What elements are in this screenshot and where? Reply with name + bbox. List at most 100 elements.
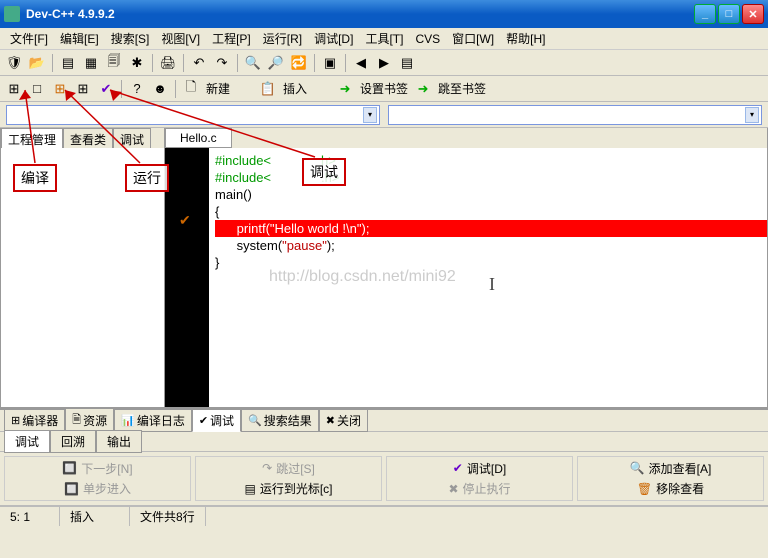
editor[interactable]: ✔ #include<h> #include<.h> main() { prin… xyxy=(165,148,767,407)
set-bookmark-label[interactable]: 设置书签 xyxy=(358,80,410,97)
menu-item[interactable]: 工程[P] xyxy=(206,28,257,49)
bottom-subtab[interactable]: 调试 xyxy=(4,430,50,453)
status-mode: 插入 xyxy=(60,507,130,526)
tab-icon: 🗎 xyxy=(72,411,81,430)
find-next-icon[interactable]: 🔎 xyxy=(266,53,286,73)
new-label[interactable]: 新建 xyxy=(204,80,232,97)
goto-bookmark-label[interactable]: 跳至书签 xyxy=(436,80,488,97)
app-icon xyxy=(4,6,20,22)
maximize-button[interactable]: □ xyxy=(718,4,740,24)
bookmark-goto-icon[interactable]: ➜ xyxy=(413,79,433,99)
bottom-tab[interactable]: 📊编译日志 xyxy=(114,409,192,432)
print-icon[interactable]: 🖨 xyxy=(158,53,178,73)
main-area: 工程管理查看类调试 Hello.c ✔ #include<h> #include… xyxy=(0,128,768,408)
status-position: 5: 1 xyxy=(0,507,60,526)
help-icon[interactable]: ? xyxy=(127,79,147,99)
title-bar: Dev-C++ 4.9.9.2 _ □ ✕ xyxy=(0,0,768,28)
status-lines: 文件共8行 xyxy=(130,507,206,526)
step-into-button[interactable]: 🔲单步进入 xyxy=(7,480,188,499)
add-watch-button[interactable]: 🔍添加查看[A] xyxy=(580,459,761,478)
trash-icon: 🗑 xyxy=(637,482,652,496)
undo-icon[interactable]: ↶ xyxy=(189,53,209,73)
grid2-icon[interactable]: □ xyxy=(27,79,47,99)
menu-item[interactable]: 搜索[S] xyxy=(105,28,156,49)
tab-icon: 📊 xyxy=(121,414,135,427)
redo-icon[interactable]: ↷ xyxy=(212,53,232,73)
compile-icon[interactable]: ▣ xyxy=(320,53,340,73)
side-tabs: 工程管理查看类调试 xyxy=(1,128,164,148)
menu-item[interactable]: 文件[F] xyxy=(4,28,54,49)
bottom-panel: ⊞编译器🗎资源📊编译日志✔调试🔍搜索结果✖关闭 调试回溯输出 🔲下一步[N] 🔲… xyxy=(0,408,768,506)
dropdown-left[interactable]: ▾ xyxy=(6,105,380,125)
bottom-tab[interactable]: ✔调试 xyxy=(192,409,241,432)
tab-icon: ✔ xyxy=(199,414,208,427)
grid3-icon[interactable]: ⊞ xyxy=(50,79,70,99)
remove-watch-button[interactable]: 🗑移除查看 xyxy=(580,480,761,499)
bottom-tabs-sub: 调试回溯输出 xyxy=(0,432,768,452)
run-to-cursor-button[interactable]: ▤运行到光标[c] xyxy=(198,480,379,499)
menu-item[interactable]: 窗口[W] xyxy=(446,28,500,49)
config-icon[interactable]: ✱ xyxy=(127,53,147,73)
menu-item[interactable]: 编辑[E] xyxy=(54,28,105,49)
bottom-tab[interactable]: ⊞编译器 xyxy=(4,409,65,432)
step-icon: 🔲 xyxy=(64,482,79,496)
forward-icon[interactable]: ▶ xyxy=(374,53,394,73)
bookmark-set-icon[interactable]: ➜ xyxy=(335,79,355,99)
run-icon[interactable]: ▤ xyxy=(397,53,417,73)
bottom-subtab[interactable]: 回溯 xyxy=(50,430,96,453)
menu-item[interactable]: 调试[D] xyxy=(308,28,359,49)
save-all-icon[interactable]: ▦ xyxy=(81,53,101,73)
insert-icon[interactable]: 📋 xyxy=(258,79,278,99)
check-icon: ✔ xyxy=(453,461,463,475)
debug-button[interactable]: ✔调试[D] xyxy=(389,459,570,478)
bottom-tab[interactable]: ✖关闭 xyxy=(319,409,368,432)
annotation-compile: 编译 xyxy=(13,164,57,192)
dropdown-row: ▾ ▾ xyxy=(0,102,768,128)
menu-item[interactable]: 工具[T] xyxy=(359,28,409,49)
insert-label[interactable]: 插入 xyxy=(281,80,309,97)
minimize-button[interactable]: _ xyxy=(694,4,716,24)
search-icon: 🔍 xyxy=(630,461,645,475)
find-icon[interactable]: 🔍 xyxy=(243,53,263,73)
step-icon: 🔲 xyxy=(62,461,77,475)
chevron-down-icon: ▾ xyxy=(745,107,759,123)
code-line: #include< xyxy=(215,170,271,185)
about-icon[interactable]: ☻ xyxy=(150,79,170,99)
stop-button[interactable]: ✖停止执行 xyxy=(389,480,570,499)
bottom-tab[interactable]: 🔍搜索结果 xyxy=(241,409,319,432)
back-icon[interactable]: ◀ xyxy=(351,53,371,73)
file-tabs: Hello.c xyxy=(165,128,767,148)
side-tab[interactable]: 工程管理 xyxy=(1,128,63,148)
tab-icon: ✖ xyxy=(326,414,335,427)
open-icon[interactable]: 📂 xyxy=(27,53,47,73)
save-icon[interactable]: ▤ xyxy=(58,53,78,73)
next-step-button[interactable]: 🔲下一步[N] xyxy=(7,459,188,478)
side-tab[interactable]: 调试 xyxy=(113,128,151,148)
code-line: system("pause"); xyxy=(215,237,767,254)
toolbar-secondary: ⊞ □ ⊞ ⊞ ✔ ? ☻ 🗋 新建 📋 插入 ➜ 设置书签 ➜ 跳至书签 xyxy=(0,76,768,102)
menu-item[interactable]: 视图[V] xyxy=(155,28,206,49)
menu-item[interactable]: 帮助[H] xyxy=(500,28,551,49)
replace-icon[interactable]: 🔁 xyxy=(289,53,309,73)
text-cursor-icon: I xyxy=(489,276,495,293)
code-area: Hello.c ✔ #include<h> #include<.h> main(… xyxy=(165,128,768,408)
new-doc-icon[interactable]: 🗋 xyxy=(181,79,201,99)
tab-icon: ⊞ xyxy=(11,414,20,427)
menu-bar: 文件[F]编辑[E]搜索[S]视图[V]工程[P]运行[R]调试[D]工具[T]… xyxy=(0,28,768,50)
dropdown-right[interactable]: ▾ xyxy=(388,105,762,125)
close-button[interactable]: ✕ xyxy=(742,4,764,24)
file-tab[interactable]: Hello.c xyxy=(165,128,232,148)
code-line: #include< xyxy=(215,153,271,168)
menu-item[interactable]: CVS xyxy=(409,30,446,48)
step-over-button[interactable]: ↷跳过[S] xyxy=(198,459,379,478)
new-file-icon[interactable]: 🛡 xyxy=(4,53,24,73)
copy-icon[interactable]: 🗐 xyxy=(104,53,124,73)
grid4-icon[interactable]: ⊞ xyxy=(73,79,93,99)
side-tab[interactable]: 查看类 xyxy=(63,128,113,148)
tab-icon: 🔍 xyxy=(248,414,262,427)
check-icon[interactable]: ✔ xyxy=(96,79,116,99)
code-text[interactable]: #include<h> #include<.h> main() { printf… xyxy=(209,148,767,407)
menu-item[interactable]: 运行[R] xyxy=(257,28,308,49)
bottom-subtab[interactable]: 输出 xyxy=(96,430,142,453)
grid1-icon[interactable]: ⊞ xyxy=(4,79,24,99)
